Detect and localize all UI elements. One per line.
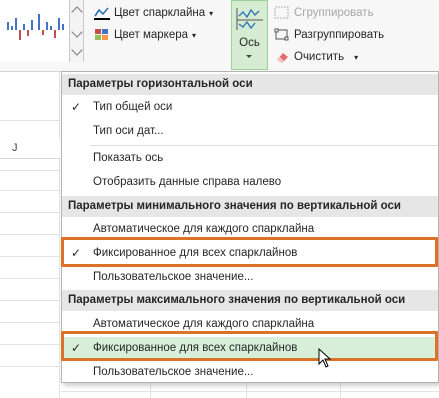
ribbon: Цвет спарклайна ▾ Цвет маркера ▾ Ось Сгр… (0, 0, 439, 72)
menu-item-label: Тип общей оси (93, 101, 173, 113)
group-label: Сгруппировать (294, 7, 374, 19)
excel-window: Цвет спарклайна ▾ Цвет маркера ▾ Ось Сгр… (0, 0, 439, 398)
menu-item-label: Автоматическое для каждого спарклайна (93, 223, 315, 235)
check-icon: ✓ (71, 100, 82, 114)
axis-icon (236, 8, 263, 30)
axis-button-label: Ось (239, 37, 260, 49)
menu-item-label: Автоматическое для каждого спарклайна (93, 318, 315, 330)
ungroup-label: Разгруппировать (294, 29, 385, 41)
gallery-more-icon[interactable] (71, 44, 83, 56)
sparkline-color-button[interactable]: Цвет спарклайна ▾ (94, 6, 213, 20)
mouse-pointer-icon (318, 348, 332, 368)
menu-item-date-axis-type[interactable]: Тип оси дат... (62, 120, 438, 142)
group-button[interactable]: Сгруппировать (274, 6, 374, 20)
clear-button[interactable]: Очистить ▾ (274, 50, 358, 64)
sparkline-style-preview-icon (7, 14, 64, 40)
chevron-down-icon: ▾ (209, 8, 214, 18)
marker-color-icon (94, 28, 110, 42)
gallery-scrollbar[interactable] (70, 0, 84, 62)
menu-item-max-custom[interactable]: Пользовательское значение... (62, 361, 438, 383)
chevron-down-icon (246, 55, 252, 58)
clear-label: Очистить (294, 51, 345, 63)
gallery-up-arrow-icon[interactable] (71, 6, 83, 18)
menu-item-general-axis-type[interactable]: ✓ Тип общей оси (62, 96, 438, 118)
sparkline-color-icon (94, 6, 110, 20)
marker-color-label: Цвет маркера (114, 29, 189, 41)
chevron-down-icon: ▾ (192, 30, 197, 40)
menu-separator (90, 145, 438, 146)
menu-item-label: Показать ось (93, 152, 164, 164)
menu-item-label: Пользовательское значение... (93, 366, 254, 378)
eraser-icon (274, 50, 290, 64)
menu-section-header: Параметры горизонтальной оси (62, 74, 438, 95)
marker-color-button[interactable]: Цвет маркера ▾ (94, 28, 196, 42)
annotation-highlight-max (61, 331, 438, 361)
group-icon (274, 6, 290, 20)
menu-item-plot-right-to-left[interactable]: Отобразить данные справа налево (62, 171, 438, 193)
gallery-down-arrow-icon[interactable] (71, 26, 83, 38)
menu-item-label: Тип оси дат... (93, 125, 164, 137)
column-header-j[interactable]: J (0, 139, 60, 159)
menu-item-show-axis[interactable]: Показать ось (62, 147, 438, 169)
menu-section-header: Параметры минимального значения по верти… (62, 196, 438, 217)
sparkline-style-gallery[interactable] (0, 0, 70, 62)
annotation-highlight-min (61, 237, 438, 267)
chevron-down-icon: ▾ (354, 52, 359, 62)
column-letter: J (12, 142, 18, 154)
ungroup-icon (274, 28, 290, 42)
menu-section-header: Параметры максимального значения по верт… (62, 290, 438, 311)
menu-item-min-custom[interactable]: Пользовательское значение... (62, 266, 438, 288)
sparkline-color-label: Цвет спарклайна (114, 7, 206, 19)
axis-button[interactable]: Ось (231, 0, 268, 70)
ungroup-button[interactable]: Разгруппировать (274, 28, 384, 42)
menu-item-label: Пользовательское значение... (93, 271, 254, 283)
menu-item-label: Отобразить данные справа налево (93, 176, 282, 188)
